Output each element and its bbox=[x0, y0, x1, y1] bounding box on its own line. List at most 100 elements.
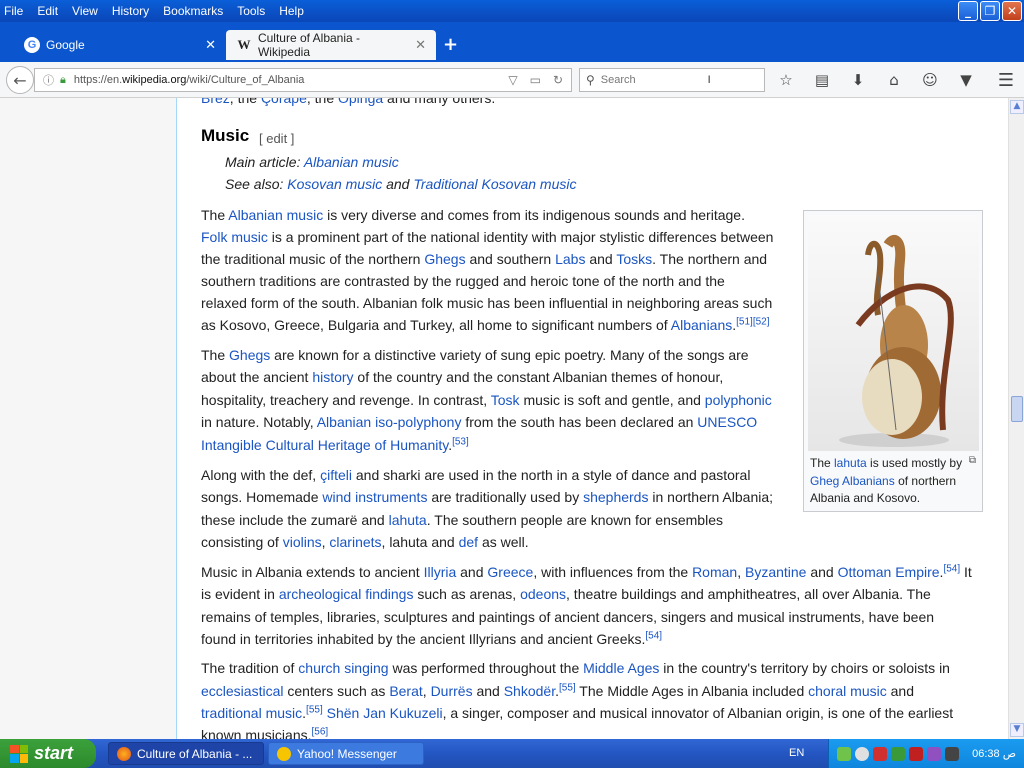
tray-icon[interactable] bbox=[945, 746, 959, 761]
link[interactable]: shepherds bbox=[583, 489, 648, 505]
language-indicator[interactable]: EN bbox=[789, 747, 804, 759]
home-icon[interactable]: ⌂ bbox=[884, 70, 904, 90]
bookmarks-list-icon[interactable]: ▤ bbox=[812, 70, 832, 90]
close-tab-icon[interactable]: ✕ bbox=[205, 37, 216, 53]
link[interactable]: Folk music bbox=[201, 229, 268, 245]
scroll-down-icon[interactable]: ▼ bbox=[1010, 723, 1024, 737]
menu-history[interactable]: History bbox=[112, 4, 149, 18]
close-window-button[interactable]: ✕ bbox=[1002, 1, 1022, 21]
close-tab-icon[interactable]: ✕ bbox=[415, 37, 426, 53]
menu-file[interactable]: File bbox=[4, 4, 23, 18]
minimize-button[interactable]: _ bbox=[958, 1, 978, 21]
smiley-icon[interactable]: ☺ bbox=[920, 70, 940, 90]
pocket-icon[interactable]: ▼ bbox=[956, 70, 976, 90]
link[interactable]: Labs bbox=[555, 251, 585, 267]
downloads-icon[interactable]: ⬇ bbox=[848, 70, 868, 90]
link[interactable]: archeological findings bbox=[279, 586, 414, 602]
link[interactable]: odeons bbox=[520, 586, 566, 602]
taskbar-item-firefox[interactable]: Culture of Albania - ... bbox=[108, 742, 264, 765]
menu-tools[interactable]: Tools bbox=[237, 4, 265, 18]
lahuta-image[interactable] bbox=[808, 215, 979, 451]
citation[interactable]: [53] bbox=[452, 436, 469, 447]
link[interactable]: Byzantine bbox=[745, 564, 806, 580]
link[interactable]: Albanian music bbox=[228, 207, 323, 223]
search-input[interactable]: ⚲ Search I bbox=[579, 68, 765, 92]
link[interactable]: Durrës bbox=[431, 683, 473, 699]
tray-icon[interactable] bbox=[855, 746, 869, 761]
citation[interactable]: [55] bbox=[559, 682, 576, 693]
citation[interactable]: [54] bbox=[943, 563, 960, 574]
dropdown-icon[interactable]: ▽ bbox=[508, 73, 517, 87]
menu-help[interactable]: Help bbox=[279, 4, 304, 18]
link[interactable]: Shën Jan Kukuzeli bbox=[327, 705, 443, 721]
link[interactable]: Albanians bbox=[671, 317, 733, 333]
citation[interactable]: [51][52] bbox=[736, 316, 769, 327]
tray-icon[interactable] bbox=[927, 746, 941, 761]
link[interactable]: history bbox=[312, 369, 353, 385]
citation[interactable]: [56] bbox=[312, 726, 329, 737]
link[interactable]: Greece bbox=[487, 564, 533, 580]
link[interactable]: Shkodër bbox=[504, 683, 555, 699]
tray-icon[interactable] bbox=[909, 746, 923, 761]
link[interactable]: clarinets bbox=[329, 534, 381, 550]
link[interactable]: lahuta bbox=[389, 512, 427, 528]
tab-wikipedia[interactable]: W Culture of Albania - Wikipedia ✕ bbox=[226, 30, 436, 60]
link[interactable]: Traditional Kosovan music bbox=[413, 176, 576, 192]
link[interactable]: ecclesiastical bbox=[201, 683, 283, 699]
menu-bookmarks[interactable]: Bookmarks bbox=[163, 4, 223, 18]
taskbar-item-yahoo-messenger[interactable]: Yahoo! Messenger bbox=[268, 742, 424, 765]
link[interactable]: Albanian iso-polyphony bbox=[317, 414, 462, 430]
link[interactable]: Middle Ages bbox=[583, 660, 659, 676]
link[interactable]: Albanian music bbox=[304, 154, 399, 170]
link[interactable]: traditional music bbox=[201, 705, 302, 721]
citation[interactable]: [55] bbox=[306, 704, 323, 715]
reader-view-icon[interactable]: ▭ bbox=[530, 73, 541, 87]
tray-icon[interactable] bbox=[837, 746, 851, 761]
link[interactable]: def bbox=[459, 534, 478, 550]
link[interactable]: Illyria bbox=[424, 564, 457, 580]
scroll-up-icon[interactable]: ▲ bbox=[1010, 100, 1024, 114]
link[interactable]: Ghegs bbox=[424, 251, 465, 267]
link[interactable]: polyphonic bbox=[705, 392, 772, 408]
citation[interactable]: [54] bbox=[645, 630, 662, 641]
link[interactable]: lahuta bbox=[834, 456, 867, 470]
tab-google[interactable]: G Google ✕ bbox=[14, 30, 226, 60]
link[interactable]: church singing bbox=[298, 660, 388, 676]
link[interactable]: choral music bbox=[808, 683, 887, 699]
link[interactable]: Berat bbox=[389, 683, 422, 699]
tray-icon[interactable] bbox=[891, 746, 905, 761]
text-line: Along with the def, çifteli and sharki a… bbox=[201, 467, 751, 483]
link[interactable]: Kosovan music bbox=[287, 176, 382, 192]
link[interactable]: wind instruments bbox=[322, 489, 427, 505]
link[interactable]: Brez bbox=[201, 98, 230, 106]
tab-strip: G Google ✕ W Culture of Albania - Wikipe… bbox=[0, 22, 1024, 62]
link[interactable]: çifteli bbox=[320, 467, 352, 483]
link[interactable]: Opinga bbox=[338, 98, 383, 106]
start-button[interactable]: start bbox=[0, 739, 96, 768]
bookmark-star-icon[interactable]: ☆ bbox=[776, 70, 796, 90]
link[interactable]: Roman bbox=[692, 564, 737, 580]
vertical-scrollbar[interactable]: ▲ ▼ bbox=[1008, 98, 1024, 739]
link[interactable]: Ghegs bbox=[229, 347, 270, 363]
reload-icon[interactable]: ↻ bbox=[553, 73, 563, 87]
scroll-thumb[interactable] bbox=[1011, 396, 1023, 422]
clock[interactable]: 06:38 ﺹ bbox=[972, 747, 1016, 760]
link[interactable]: Intangible Cultural Heritage of Humanity bbox=[201, 437, 448, 453]
back-button[interactable]: ← bbox=[6, 66, 34, 94]
link[interactable]: Tosks bbox=[616, 251, 652, 267]
link[interactable]: violins bbox=[283, 534, 322, 550]
new-tab-icon[interactable]: + bbox=[443, 34, 458, 55]
edit-link[interactable]: [ edit ] bbox=[259, 131, 294, 146]
maximize-button[interactable]: ❐ bbox=[980, 1, 1000, 21]
info-icon[interactable]: ⓘ bbox=[43, 72, 54, 88]
menu-icon[interactable]: ☰ bbox=[998, 70, 1014, 91]
menu-edit[interactable]: Edit bbox=[37, 4, 58, 18]
link[interactable]: Ottoman Empire bbox=[838, 564, 940, 580]
link[interactable]: Tosk bbox=[491, 392, 520, 408]
link[interactable]: UNESCO bbox=[697, 414, 757, 430]
link[interactable]: Çorape bbox=[261, 98, 307, 106]
url-bar[interactable]: ⓘ 🔒︎ https://en.wikipedia.org/wiki/Cultu… bbox=[34, 68, 572, 92]
menu-view[interactable]: View bbox=[72, 4, 98, 18]
link[interactable]: Gheg Albanians bbox=[810, 474, 895, 488]
tray-icon[interactable] bbox=[873, 746, 887, 761]
